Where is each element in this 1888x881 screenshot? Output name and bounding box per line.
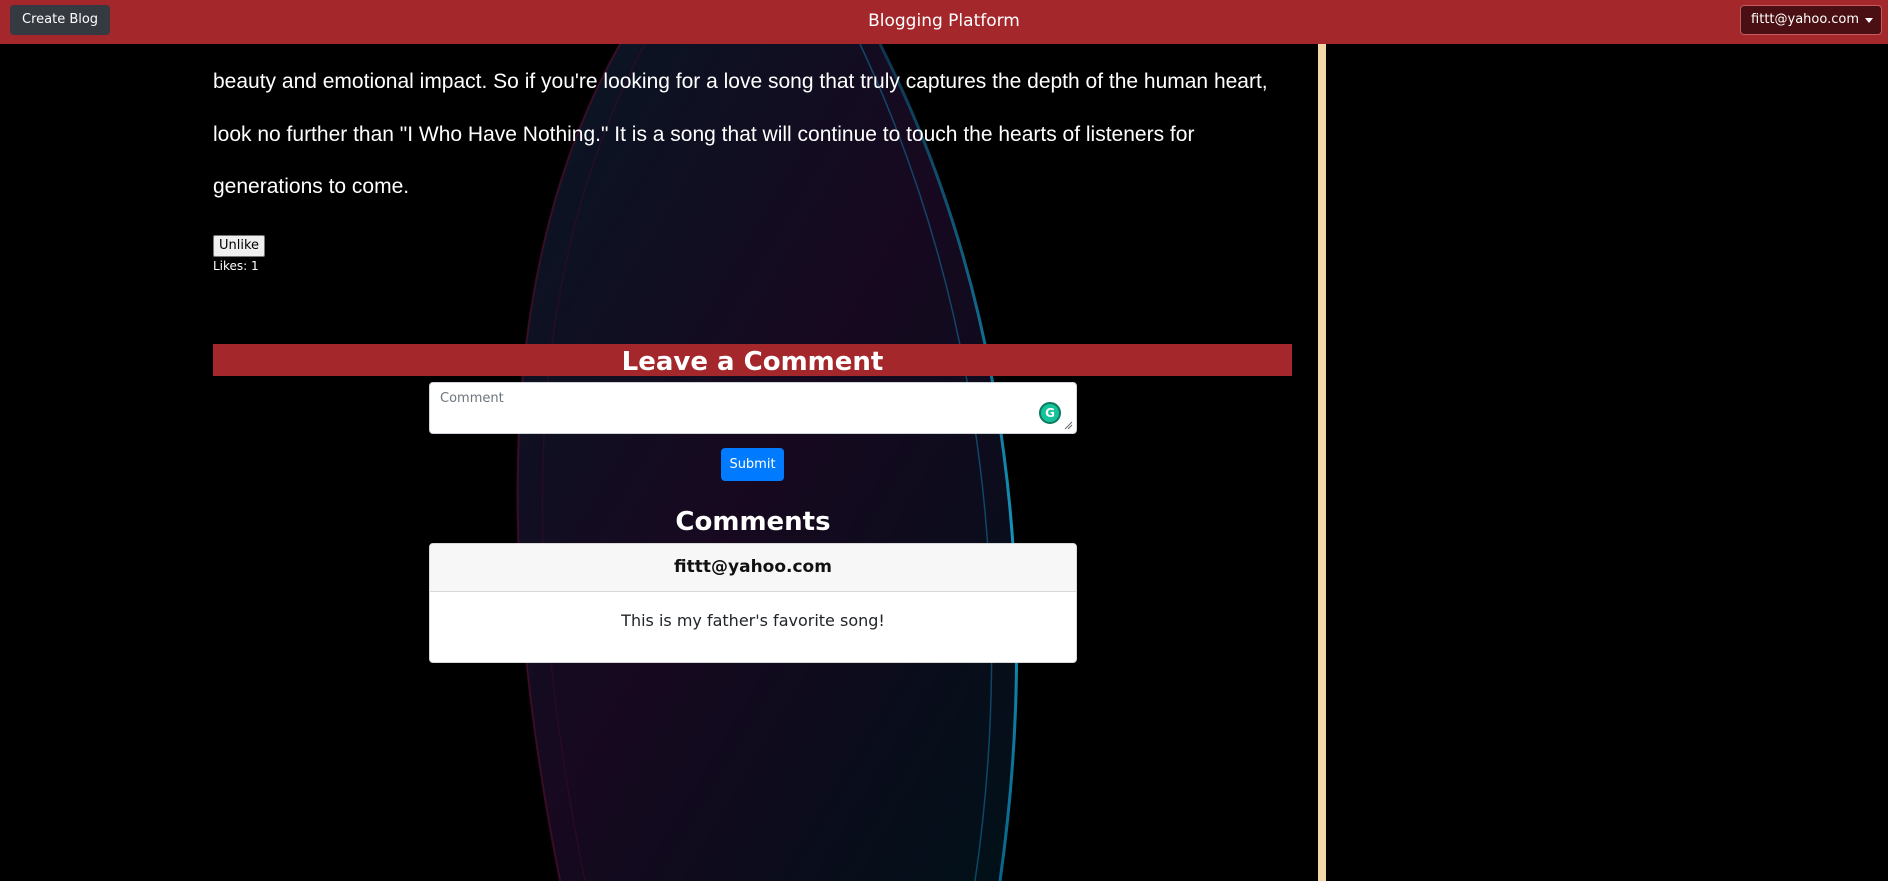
submit-button[interactable]: Submit [721, 448, 784, 481]
grammarly-icon[interactable]: G [1039, 402, 1061, 424]
leave-comment-heading: Leave a Comment [213, 344, 1292, 377]
article-line: generations to come. [213, 175, 410, 198]
user-email-label: fittt@yahoo.com [1751, 12, 1859, 27]
unlike-button[interactable]: Unlike [213, 235, 266, 257]
vertical-divider [1318, 44, 1326, 881]
likes-count: Likes: 1 [213, 259, 259, 273]
comment-card: fittt@yahoo.com This is my father's favo… [429, 543, 1077, 663]
article-line: beauty and emotional impact. So if you'r… [213, 70, 1268, 93]
comment-input[interactable] [429, 382, 1077, 434]
comment-author: fittt@yahoo.com [430, 544, 1076, 592]
article-body: beauty and emotional impact. So if you'r… [213, 56, 1293, 214]
comments-heading: Comments [675, 507, 831, 537]
user-dropdown[interactable]: fittt@yahoo.com [1740, 5, 1882, 35]
brand-title: Blogging Platform [868, 11, 1020, 31]
article-line: look no further than "I Who Have Nothing… [213, 122, 1195, 146]
comment-text: This is my father's favorite song! [621, 611, 885, 630]
page: Create Blog Blogging Platform fittt@yaho… [0, 0, 1888, 881]
resize-handle-icon[interactable] [1064, 421, 1073, 430]
chevron-down-icon [1865, 18, 1873, 23]
navbar: Create Blog Blogging Platform fittt@yaho… [0, 0, 1888, 44]
